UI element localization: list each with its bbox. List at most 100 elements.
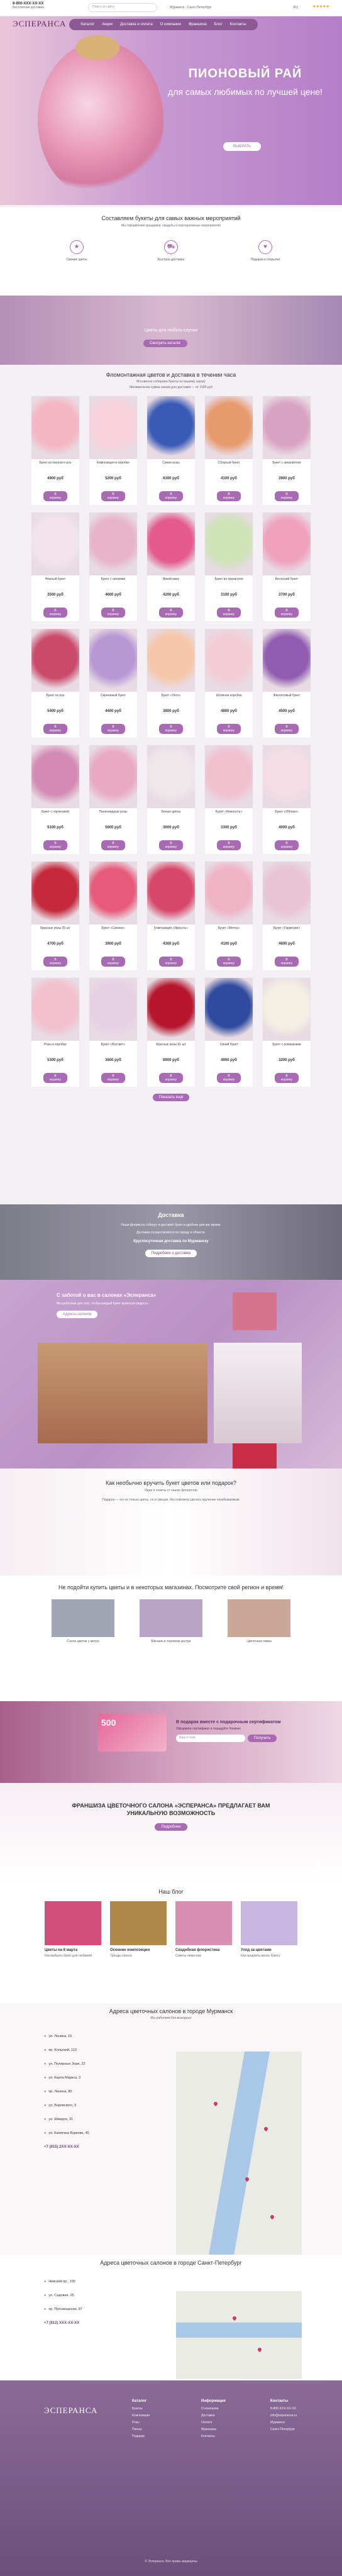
product-name[interactable]: Сиреневый букет: [89, 692, 137, 709]
product-card[interactable]: Синие розы 6300 руб В корзину: [146, 396, 196, 506]
lang-selector[interactable]: RU: [294, 6, 298, 9]
add-to-cart-button[interactable]: В корзину: [43, 724, 67, 734]
product-image[interactable]: [205, 978, 253, 1041]
product-card[interactable]: Синий букет 4900 руб В корзину: [204, 977, 253, 1087]
product-card[interactable]: Букет «Облако» 4000 руб В корзину: [262, 745, 311, 855]
product-image[interactable]: [147, 396, 195, 459]
murmansk-map[interactable]: [176, 2051, 302, 2259]
product-card[interactable]: Букет из хризантем 3100 руб В корзину: [204, 512, 253, 622]
add-to-cart-button[interactable]: В корзину: [43, 840, 67, 850]
product-card[interactable]: Фиолетовый букет 4500 руб В корзину: [262, 628, 311, 738]
address-item[interactable]: ● ул. Карла Маркса, 3: [44, 2076, 170, 2080]
address-item[interactable]: ● ул. Шмидта, 31: [44, 2118, 170, 2121]
product-card[interactable]: Красные розы 25 шт 4700 руб В корзину: [31, 861, 80, 971]
product-name[interactable]: Букет из пионов и роз: [31, 459, 79, 477]
product-image[interactable]: [89, 629, 137, 692]
add-to-cart-button[interactable]: В корзину: [159, 840, 183, 850]
product-name[interactable]: Букет «Рассвет»: [89, 1041, 137, 1058]
product-name[interactable]: Букет с гортензией: [31, 808, 79, 826]
add-to-cart-button[interactable]: В корзину: [159, 724, 183, 734]
nav-item[interactable]: Доставка и оплата: [120, 23, 153, 26]
salons-button[interactable]: Адреса салонов: [57, 1311, 98, 1318]
footer-link[interactable]: Оплата: [201, 2421, 245, 2424]
product-card[interactable]: Композиция «Яркость» 4300 руб В корзину: [146, 861, 196, 971]
add-to-cart-button[interactable]: В корзину: [217, 1073, 241, 1083]
product-card[interactable]: Шляпная коробка 4800 руб В корзину: [204, 628, 253, 738]
add-to-cart-button[interactable]: В корзину: [217, 491, 241, 501]
product-image[interactable]: [147, 978, 195, 1041]
product-card[interactable]: Сиреневый букет 4400 руб В корзину: [89, 628, 138, 738]
product-name[interactable]: Синие розы: [147, 459, 195, 477]
nav-item[interactable]: О компании: [160, 23, 181, 26]
address-item[interactable]: ● пр. Кольский, 110: [44, 2048, 170, 2052]
product-card[interactable]: Букет с лилиями 4600 руб В корзину: [89, 512, 138, 622]
add-to-cart-button[interactable]: В корзину: [159, 608, 183, 618]
product-image[interactable]: [31, 978, 79, 1041]
product-card[interactable]: Сборный букет 4100 руб В корзину: [204, 396, 253, 506]
product-name[interactable]: Красные розы 51 шт: [147, 1041, 195, 1058]
add-to-cart-button[interactable]: В корзину: [275, 840, 299, 850]
add-to-cart-button[interactable]: В корзину: [43, 957, 67, 967]
footer-link[interactable]: Подарки: [132, 2434, 176, 2438]
add-to-cart-button[interactable]: В корзину: [43, 608, 67, 618]
product-name[interactable]: Весенний букет: [263, 575, 311, 593]
address-item[interactable]: ● ул. Капитана Буркова, 45: [44, 2131, 170, 2135]
spb-map[interactable]: [176, 2291, 302, 2379]
footer-logo[interactable]: ЭСПЕРАНСА: [44, 2406, 97, 2416]
product-name[interactable]: Красные розы 25 шт: [31, 924, 79, 942]
product-image[interactable]: [205, 396, 253, 459]
footer-link[interactable]: Доставка: [201, 2414, 245, 2418]
add-to-cart-button[interactable]: В корзину: [275, 1073, 299, 1083]
product-card[interactable]: Букет из пионов и роз 4900 руб В корзину: [31, 396, 80, 506]
footer-link[interactable]: Композиции: [132, 2414, 176, 2418]
add-to-cart-button[interactable]: В корзину: [101, 724, 125, 734]
footer-link[interactable]: Мурманск: [270, 2421, 314, 2424]
footer-link[interactable]: Франшиза: [201, 2428, 245, 2431]
certificate-email-input[interactable]: Ваш e-mail: [176, 1735, 245, 1742]
address-item[interactable]: ● ул. Ленина, 15: [44, 2035, 170, 2038]
nav-item[interactable]: Контакты: [230, 23, 246, 26]
product-image[interactable]: [263, 629, 311, 692]
footer-link[interactable]: Пионы: [132, 2428, 176, 2431]
product-name[interactable]: Букет «Нежность»: [205, 808, 253, 826]
add-to-cart-button[interactable]: В корзину: [43, 1073, 67, 1083]
footer-link[interactable]: О компании: [201, 2407, 245, 2411]
add-to-cart-button[interactable]: В корзину: [275, 491, 299, 501]
product-image[interactable]: [205, 513, 253, 575]
footer-link[interactable]: Контакты: [201, 2434, 245, 2438]
product-name[interactable]: Пионовидные розы: [89, 808, 137, 826]
address-item[interactable]: ● ул. Воровского, 9: [44, 2104, 170, 2107]
map-pin[interactable]: [269, 2214, 275, 2220]
product-card[interactable]: Розы в коробке 5300 руб В корзину: [31, 977, 80, 1087]
add-to-cart-button[interactable]: В корзину: [101, 840, 125, 850]
footer-link[interactable]: info@esperansa.ru: [270, 2414, 314, 2418]
spb-phone[interactable]: +7 (812) XXX-XX-XX: [44, 2321, 170, 2325]
address-item[interactable]: ● пр. Просвещения, 87: [44, 2307, 170, 2311]
product-card[interactable]: Композиция в коробке 5200 руб В корзину: [89, 396, 138, 506]
blog-post[interactable]: Свадебная флористика Советы невестам: [175, 1901, 232, 1958]
product-image[interactable]: [263, 513, 311, 575]
add-to-cart-button[interactable]: В корзину: [217, 724, 241, 734]
product-card[interactable]: Букет «Мечта» 4100 руб В корзину: [204, 861, 253, 971]
delivery-button[interactable]: Подробнее о доставке: [145, 1250, 197, 1257]
product-name[interactable]: Шляпная коробка: [205, 692, 253, 709]
product-card[interactable]: Букет «Гармония» 4600 руб В корзину: [262, 861, 311, 971]
product-card[interactable]: Весенний букет 3700 руб В корзину: [262, 512, 311, 622]
product-image[interactable]: [89, 978, 137, 1041]
product-image[interactable]: [147, 513, 195, 575]
product-image[interactable]: [205, 629, 253, 692]
product-name[interactable]: Композиция в коробке: [89, 459, 137, 477]
product-name[interactable]: Букет «Лето»: [147, 692, 195, 709]
add-to-cart-button[interactable]: В корзину: [159, 1073, 183, 1083]
footer-link[interactable]: 8-800-XXX-XX-XX: [270, 2407, 314, 2411]
address-item[interactable]: ● ул. Полярные Зори, 22: [44, 2062, 170, 2066]
product-card[interactable]: Букет «Рассвет» 3600 руб В корзину: [89, 977, 138, 1087]
product-name[interactable]: Белые цветы: [147, 808, 195, 826]
product-card[interactable]: Яркий микс 4200 руб В корзину: [146, 512, 196, 622]
blog-post-title[interactable]: Уход за цветами: [241, 1948, 297, 1952]
product-image[interactable]: [89, 396, 137, 459]
product-name[interactable]: Букет из хризантем: [205, 575, 253, 593]
add-to-cart-button[interactable]: В корзину: [275, 724, 299, 734]
product-image[interactable]: [31, 513, 79, 575]
blog-post-title[interactable]: Осенние композиции: [110, 1948, 167, 1952]
